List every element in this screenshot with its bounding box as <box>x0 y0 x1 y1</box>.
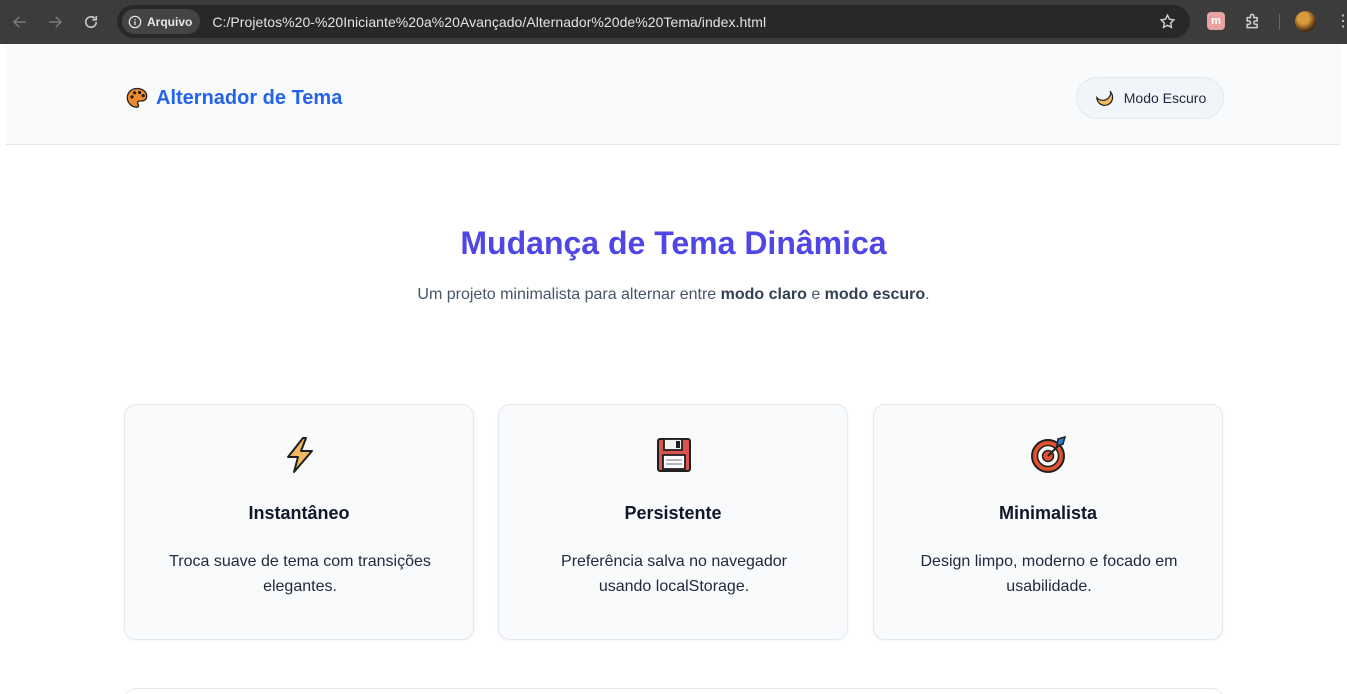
feature-description: Design limpo, moderno e focado em usabil… <box>920 553 1178 595</box>
site-title: Alternador de Tema <box>156 86 343 109</box>
palette-icon <box>126 87 148 108</box>
feature-card-instant: Instantâneo Troca suave de tema com tran… <box>124 404 474 640</box>
feature-title: Persistente <box>624 503 722 523</box>
url-text[interactable]: C:/Projetos%20-%20Iniciante%20a%20Avança… <box>212 14 766 30</box>
reload-icon <box>84 15 98 29</box>
feature-card-minimalist: Minimalista Design limpo, moderno e foca… <box>873 404 1223 640</box>
feature-card-persistent: Persistente Preferência salva no navegad… <box>498 404 848 640</box>
menu-kebab-icon[interactable]: ⋮ <box>1335 12 1347 32</box>
reload-button[interactable] <box>74 5 108 39</box>
lightning-icon <box>287 437 313 473</box>
back-button[interactable] <box>3 5 37 39</box>
address-bar[interactable]: Arquivo C:/Projetos%20-%20Iniciante%20a%… <box>117 5 1190 38</box>
feature-title: Instantâneo <box>248 503 350 523</box>
hero-subtitle: Um projeto minimalista para alternar ent… <box>6 286 1341 304</box>
hero-title: Mudança de Tema Dinâmica <box>460 225 887 261</box>
feature-description: Preferência salva no navegador usando lo… <box>561 553 787 595</box>
site-logo[interactable]: Alternador de Tema <box>125 86 342 110</box>
site-header: Alternador de Tema Modo Escuro <box>6 44 1341 145</box>
hero-subtitle-conjunction: e <box>806 286 825 303</box>
page-viewport: Alternador de Tema Modo Escuro Mudança d… <box>6 44 1341 694</box>
arrow-left-icon <box>12 16 26 28</box>
toolbar-divider <box>1279 14 1280 30</box>
theme-toggle-label: Modo Escuro <box>1123 90 1207 106</box>
extension-icon[interactable]: m <box>1207 12 1225 30</box>
moon-icon <box>1095 90 1113 106</box>
hero-subtitle-text: Um projeto minimalista para alternar ent… <box>417 286 721 303</box>
bookmark-star-icon[interactable] <box>1159 13 1176 30</box>
hero-subtitle-period: . <box>925 286 930 303</box>
info-icon <box>128 15 142 28</box>
forward-button[interactable] <box>38 5 72 39</box>
floppy-disk-icon <box>657 438 691 472</box>
site-info-label: Arquivo <box>147 14 193 29</box>
feature-title: Minimalista <box>998 503 1098 523</box>
browser-toolbar: Arquivo C:/Projetos%20-%20Iniciante%20a%… <box>0 0 1347 44</box>
next-section-card <box>124 688 1224 694</box>
arrow-right-icon <box>49 16 63 28</box>
target-icon <box>1031 435 1067 473</box>
hero-subtitle-dark-mode: modo escuro <box>824 286 926 303</box>
profile-avatar[interactable] <box>1295 11 1316 32</box>
extensions-puzzle-icon[interactable] <box>1243 11 1263 31</box>
hero-subtitle-light-mode: modo claro <box>720 286 807 303</box>
feature-description: Troca suave de tema com transições elega… <box>169 553 431 595</box>
site-info-chip[interactable]: Arquivo <box>122 9 201 34</box>
theme-toggle-button[interactable]: Modo Escuro <box>1076 77 1224 119</box>
